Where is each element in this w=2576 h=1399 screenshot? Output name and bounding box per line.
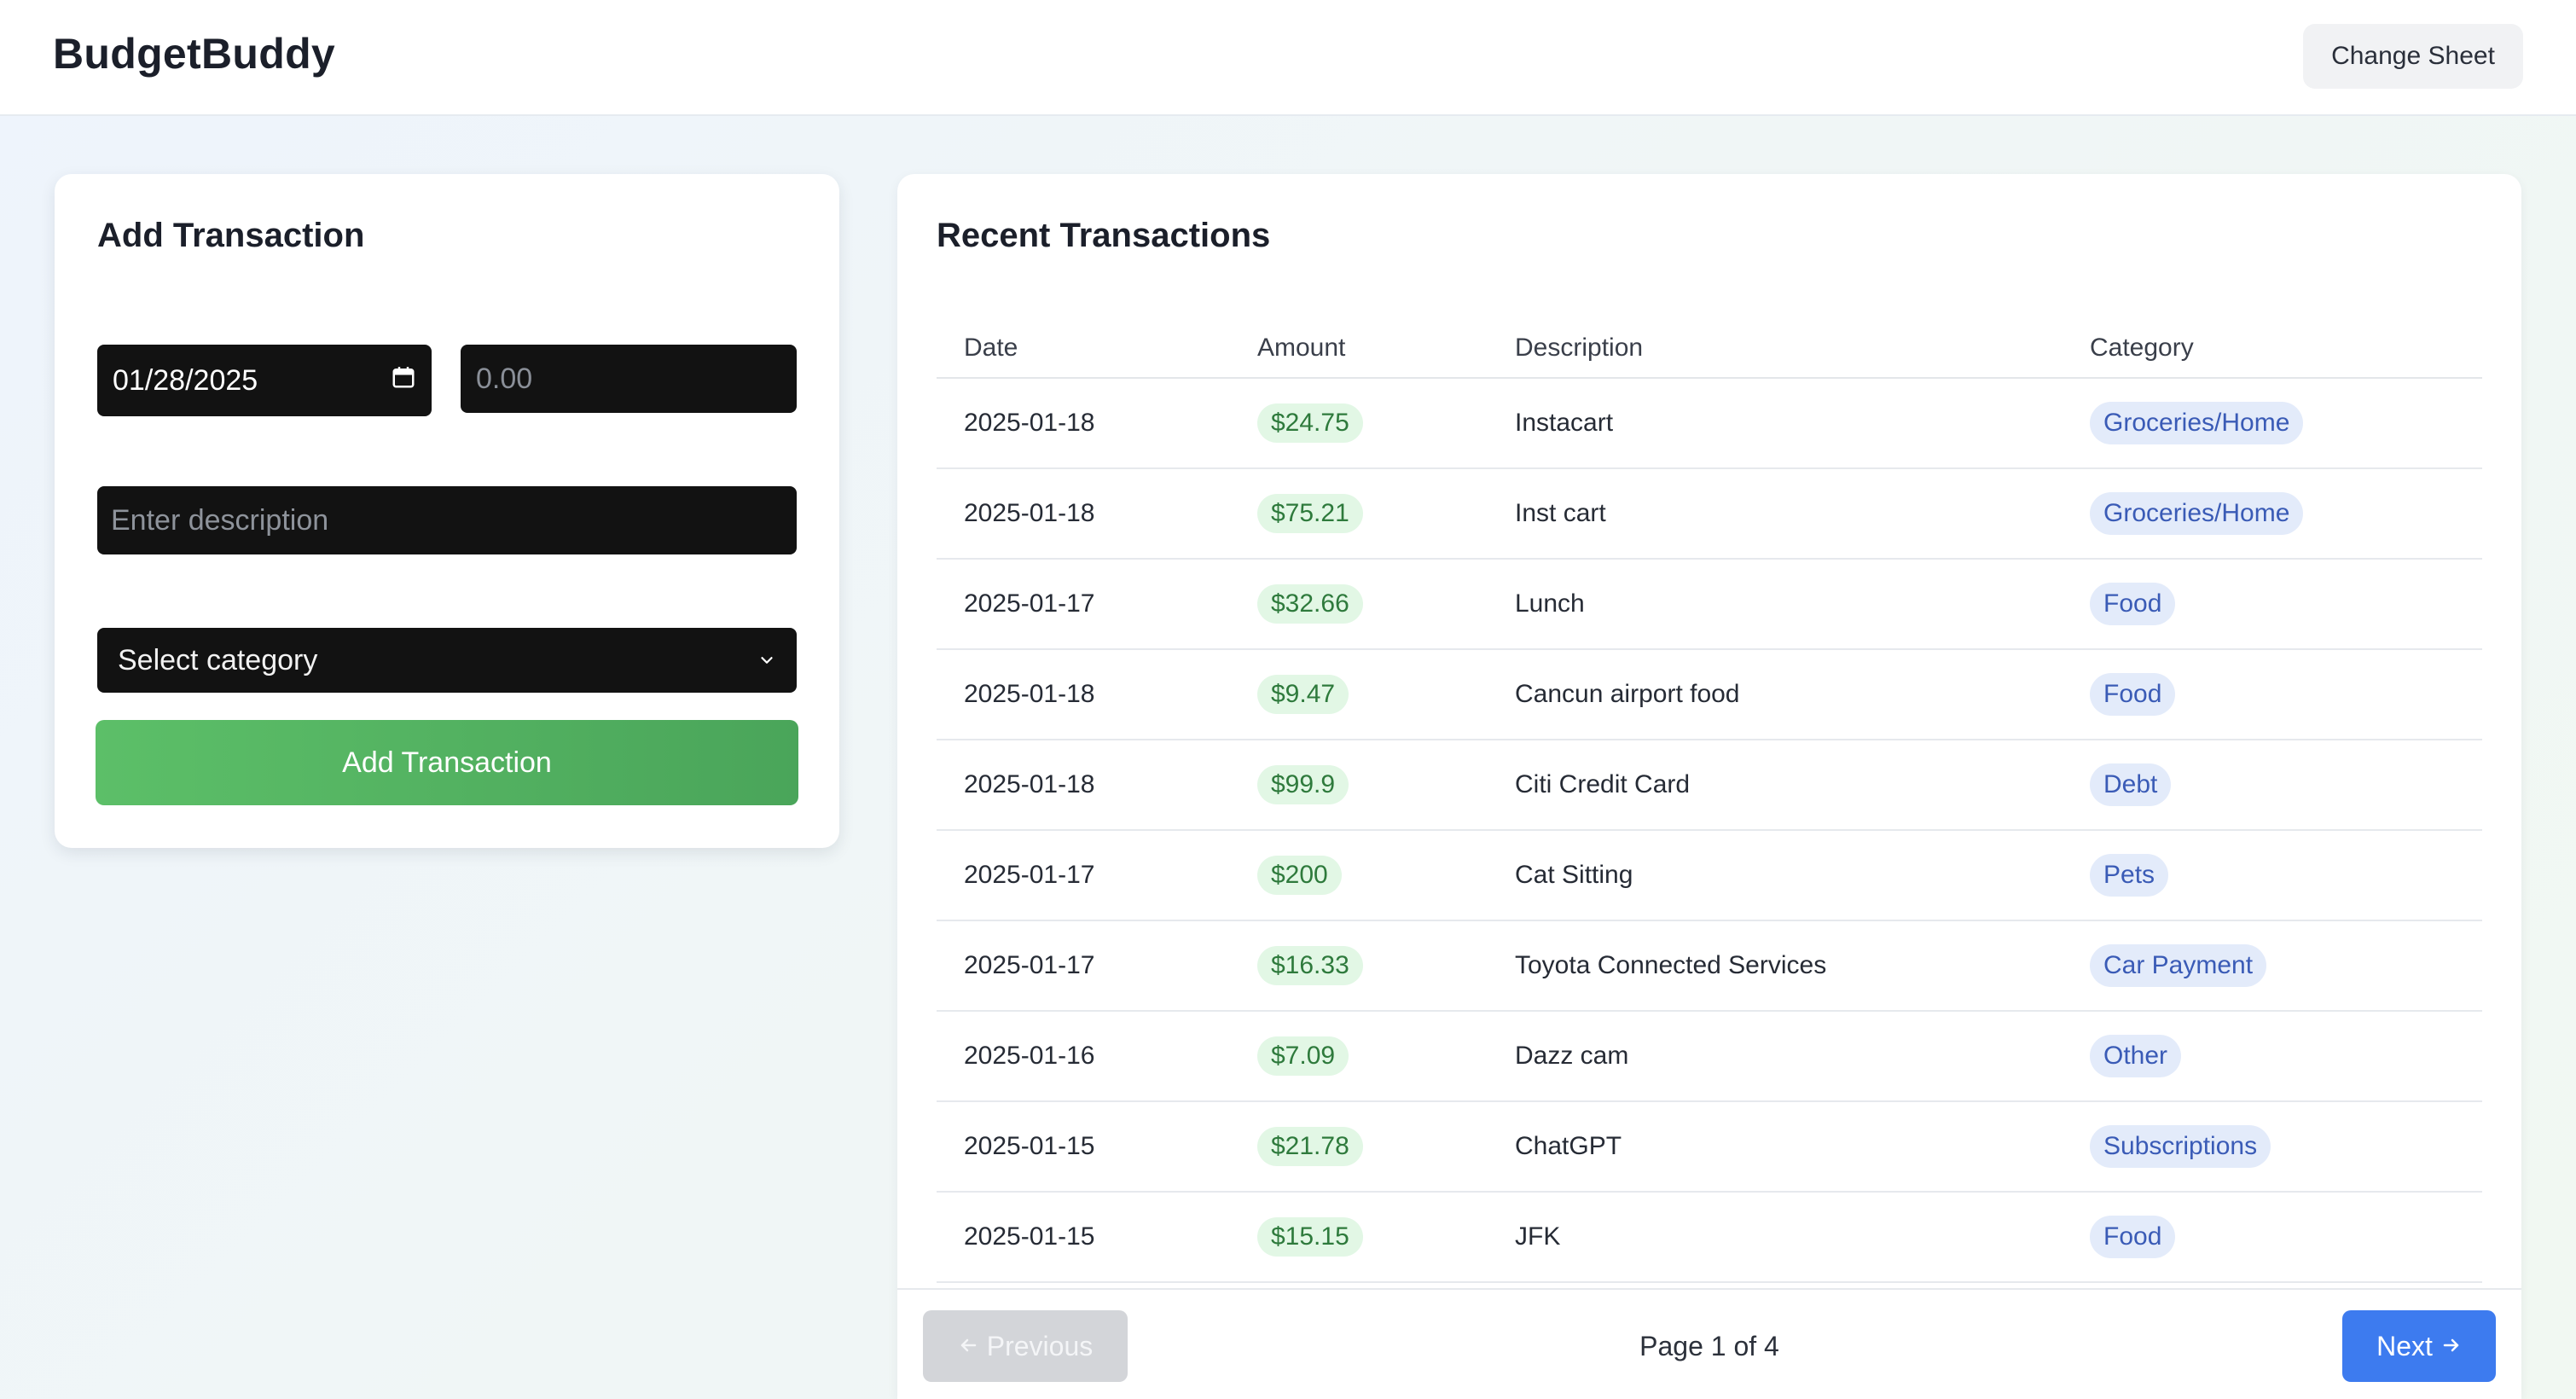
add-transaction-button[interactable]: Add Transaction [96, 720, 798, 805]
category-badge: Other [2090, 1035, 2182, 1077]
row-date: 2025-01-16 [964, 1042, 1095, 1070]
amount-badge: $200 [1257, 856, 1342, 895]
row-date: 2025-01-15 [964, 1132, 1095, 1160]
table-row: 2025-01-18 $9.47 Cancun airport food Foo… [937, 650, 2482, 740]
category-badge: Debt [2090, 763, 2172, 806]
row-description: ChatGPT [1515, 1132, 1622, 1160]
row-description: Instacart [1515, 409, 1614, 437]
row-description: Lunch [1515, 589, 1585, 618]
date-input[interactable]: 01/28/2025 [97, 345, 432, 416]
table-row: 2025-01-18 $99.9 Citi Credit Card Debt [937, 740, 2482, 831]
amount-badge: $99.9 [1257, 765, 1349, 804]
table-row: 2025-01-15 $21.78 ChatGPT Subscriptions [937, 1102, 2482, 1193]
amount-badge: $24.75 [1257, 403, 1363, 443]
calendar-icon[interactable] [391, 364, 416, 398]
amount-badge: $21.78 [1257, 1127, 1363, 1166]
amount-badge: $32.66 [1257, 584, 1363, 624]
app-logo: BudgetBuddy [53, 30, 336, 78]
amount-input[interactable]: 0.00 [461, 345, 797, 413]
row-description: JFK [1515, 1222, 1561, 1251]
row-date: 2025-01-18 [964, 770, 1095, 798]
category-badge: Subscriptions [2090, 1125, 2271, 1168]
transactions-table-body: 2025-01-18 $24.75 Instacart Groceries/Ho… [937, 379, 2482, 1283]
category-badge: Food [2090, 1216, 2176, 1258]
amount-badge: $15.15 [1257, 1217, 1363, 1257]
category-badge: Food [2090, 673, 2176, 716]
row-date: 2025-01-17 [964, 861, 1095, 889]
table-header: Date Amount Description Category [937, 319, 2482, 379]
category-badge: Groceries/Home [2090, 492, 2304, 535]
row-description: Dazz cam [1515, 1042, 1629, 1070]
table-row: 2025-01-18 $24.75 Instacart Groceries/Ho… [937, 379, 2482, 469]
category-badge: Groceries/Home [2090, 402, 2304, 444]
description-placeholder: Enter description [111, 503, 329, 537]
add-transaction-title: Add Transaction [97, 217, 365, 254]
date-value: 01/28/2025 [113, 363, 258, 397]
next-label: Next [2376, 1330, 2433, 1361]
row-description: Toyota Connected Services [1515, 951, 1827, 979]
change-sheet-button[interactable]: Change Sheet [2303, 24, 2523, 89]
recent-transactions-card: Recent Transactions Date Amount Descript… [897, 174, 2521, 1399]
pagination-bar: Previous Page 1 of 4 Next [897, 1288, 2521, 1399]
table-row: 2025-01-17 $32.66 Lunch Food [937, 560, 2482, 650]
row-date: 2025-01-18 [964, 409, 1095, 437]
row-date: 2025-01-15 [964, 1222, 1095, 1251]
category-badge: Food [2090, 583, 2176, 625]
row-description: Cancun airport food [1515, 680, 1740, 708]
table-row: 2025-01-18 $75.21 Inst cart Groceries/Ho… [937, 469, 2482, 560]
amount-placeholder: 0.00 [476, 362, 533, 395]
amount-badge: $75.21 [1257, 494, 1363, 533]
top-bar: BudgetBuddy Change Sheet [0, 0, 2576, 116]
recent-transactions-title: Recent Transactions [937, 217, 1271, 254]
category-badge: Car Payment [2090, 944, 2267, 987]
row-description: Cat Sitting [1515, 861, 1633, 889]
table-row: 2025-01-17 $16.33 Toyota Connected Servi… [937, 921, 2482, 1012]
description-input[interactable]: Enter description [97, 486, 797, 554]
table-row: 2025-01-15 $15.15 JFK Food [937, 1193, 2482, 1283]
row-date: 2025-01-18 [964, 680, 1095, 708]
column-header-date: Date [964, 334, 1018, 362]
arrow-right-icon [2441, 1331, 2462, 1362]
column-header-amount: Amount [1257, 334, 1346, 362]
page-indicator: Page 1 of 4 [1639, 1330, 1779, 1361]
category-select[interactable]: Select category [97, 628, 797, 693]
add-transaction-card: Add Transaction 01/28/2025 0.00 Enter de… [55, 174, 839, 848]
row-description: Citi Credit Card [1515, 770, 1691, 798]
table-row: 2025-01-16 $7.09 Dazz cam Other [937, 1012, 2482, 1102]
amount-badge: $16.33 [1257, 946, 1363, 985]
column-header-category: Category [2090, 334, 2194, 362]
row-date: 2025-01-17 [964, 589, 1095, 618]
row-description: Inst cart [1515, 499, 1606, 527]
table-row: 2025-01-17 $200 Cat Sitting Pets [937, 831, 2482, 921]
next-page-button[interactable]: Next [2342, 1310, 2496, 1382]
chevron-down-icon [757, 644, 776, 677]
amount-badge: $7.09 [1257, 1036, 1349, 1076]
category-badge: Pets [2090, 854, 2169, 897]
amount-badge: $9.47 [1257, 675, 1349, 714]
column-header-description: Description [1515, 334, 1644, 362]
row-date: 2025-01-17 [964, 951, 1095, 979]
row-date: 2025-01-18 [964, 499, 1095, 527]
category-selected-value: Select category [118, 643, 318, 676]
